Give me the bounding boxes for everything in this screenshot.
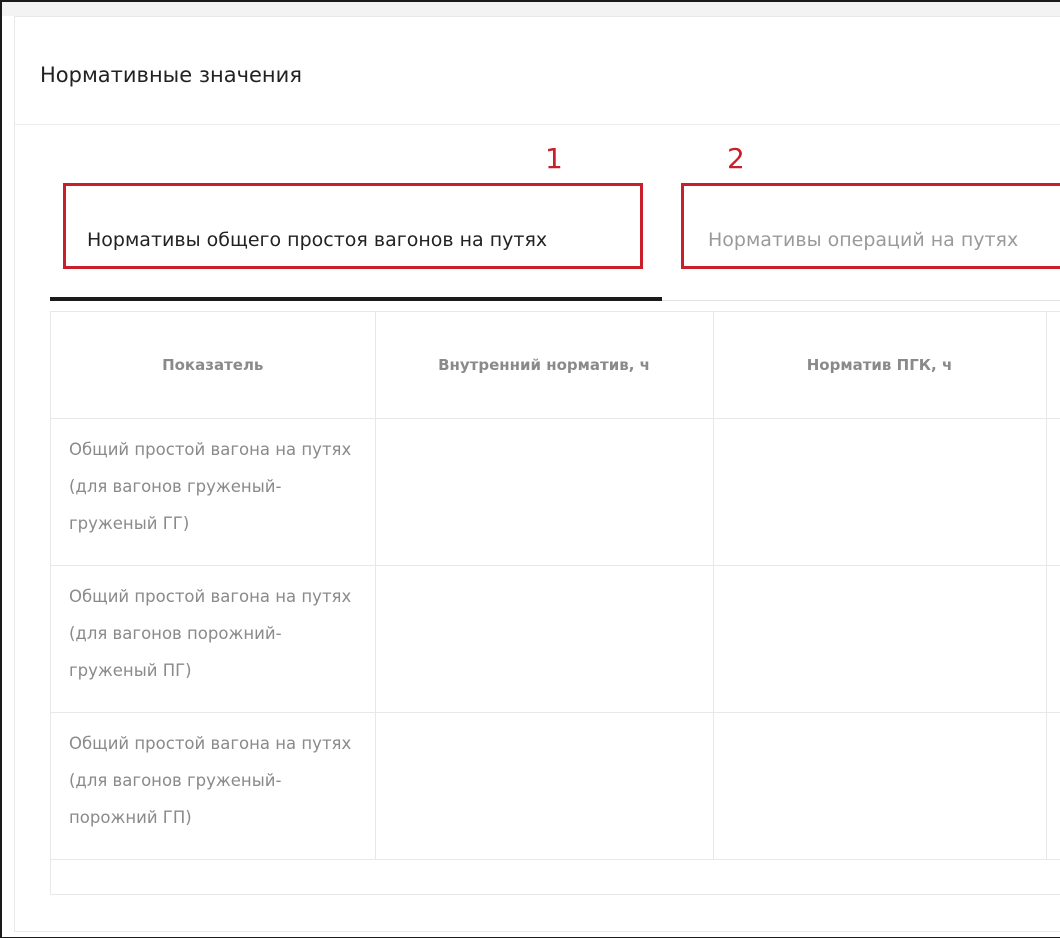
table-row: Общий простой вагона на путях (для вагон… <box>51 565 1060 713</box>
column-header-internal-norm: Внутренний норматив, ч <box>375 312 714 419</box>
cell-indicator: Общий простой вагона на путях (для вагон… <box>51 565 376 713</box>
cell-indicator: Общий простой вагона на путях (для вагон… <box>51 418 376 566</box>
cell-pgk-norm[interactable] <box>713 712 1047 860</box>
table-row: Общий простой вагона на путях (для вагон… <box>51 712 1060 860</box>
column-header-extra <box>1046 312 1060 419</box>
cell-internal-norm[interactable] <box>375 712 714 860</box>
top-band <box>2 2 1060 16</box>
cell-extra <box>1046 565 1060 713</box>
cell-pgk-norm[interactable] <box>713 565 1047 713</box>
norms-table-container: Показатель Внутренний норматив, ч Нормат… <box>50 311 1060 895</box>
column-header-indicator: Показатель <box>51 312 376 419</box>
cell-extra <box>1046 712 1060 860</box>
annotation-number-1: 1 <box>545 142 563 175</box>
column-header-pgk-norm: Норматив ПГК, ч <box>713 312 1047 419</box>
annotation-box-2 <box>681 183 1060 269</box>
normative-values-card: Нормативные значения 1 2 Нормативы общег… <box>14 16 1060 932</box>
page-title: Нормативные значения <box>40 63 302 87</box>
annotation-box-1 <box>63 183 643 269</box>
annotation-number-2: 2 <box>727 142 745 175</box>
table-header-row: Показатель Внутренний норматив, ч Нормат… <box>51 312 1060 419</box>
table-footer <box>51 858 1060 894</box>
cell-internal-norm[interactable] <box>375 418 714 566</box>
active-tab-indicator <box>50 297 662 301</box>
cell-extra <box>1046 418 1060 566</box>
cell-indicator: Общий простой вагона на путях (для вагон… <box>51 712 376 860</box>
screenshot-frame: Нормативные значения 1 2 Нормативы общег… <box>0 0 1060 938</box>
cell-pgk-norm[interactable] <box>713 418 1047 566</box>
table-row: Общий простой вагона на путях (для вагон… <box>51 418 1060 566</box>
norms-table: Показатель Внутренний норматив, ч Нормат… <box>51 312 1060 860</box>
card-header: Нормативные значения <box>15 17 1060 125</box>
cell-internal-norm[interactable] <box>375 565 714 713</box>
